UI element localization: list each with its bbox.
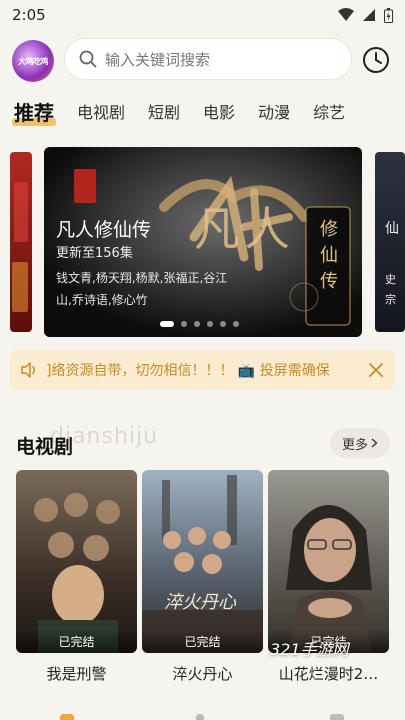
status-time: 2:05 [12, 6, 46, 24]
tab-movie[interactable]: 电影 [203, 99, 235, 123]
carousel-dot[interactable] [194, 321, 200, 327]
poster-title: 凡人 [194, 202, 294, 256]
tab-variety[interactable]: 综艺 [313, 99, 345, 123]
home-tab-icon[interactable] [60, 714, 74, 720]
drama-poster[interactable]: 已完结 [16, 470, 137, 653]
tab-short-drama[interactable]: 短剧 [148, 99, 180, 123]
drama-title[interactable]: 山花烂漫时2… [268, 663, 389, 684]
carousel-dot[interactable] [160, 321, 174, 327]
close-icon [369, 363, 383, 377]
app-logo[interactable]: 大鸡吃鸡 [12, 40, 54, 82]
signal-icon [363, 9, 375, 21]
banner-update: 更新至156集 [56, 246, 133, 261]
carousel-dot[interactable] [220, 321, 226, 327]
section-title: 电视剧 [16, 436, 74, 458]
banner-next-slide[interactable]: 仙 史宗 [375, 152, 405, 332]
logo-text: 大鸡吃鸡 [18, 56, 49, 66]
banner-cast: 钱文青,杨天翔,杨默,张福正,谷江山,乔诗语,修心竹 [56, 271, 228, 307]
search-icon [79, 50, 97, 68]
bottom-nav [0, 712, 405, 720]
tab-recommend[interactable]: 推荐 [12, 97, 56, 126]
drama-title[interactable]: 我是刑警 [16, 663, 137, 684]
speaker-icon [21, 362, 35, 378]
history-button[interactable] [360, 44, 392, 76]
wifi-icon [338, 8, 354, 21]
carousel-dot[interactable] [207, 321, 213, 327]
banner-prev-slide[interactable] [10, 152, 32, 332]
notice-close-button[interactable] [367, 361, 385, 379]
nav-tab-icon[interactable] [330, 714, 344, 720]
drama-card[interactable]: 淬火丹心 已完结 淬火丹心 [142, 470, 263, 684]
search-placeholder: 输入关键词搜索 [105, 50, 211, 69]
clock-icon [363, 47, 389, 73]
poster-art [286, 505, 372, 653]
nav-tab-icon[interactable] [196, 714, 204, 720]
more-label: 更多 [341, 437, 368, 453]
carousel-dot[interactable] [233, 321, 239, 327]
tab-anime[interactable]: 动漫 [258, 99, 290, 123]
next-slide-sub: 史宗 [385, 273, 396, 306]
more-button[interactable]: 更多 [330, 428, 390, 458]
drama-poster[interactable]: 已完结 [268, 470, 389, 653]
top-bar: 大鸡吃鸡 输入关键词搜索 [0, 38, 405, 82]
drama-card[interactable]: 已完结 我是刑警 [16, 470, 137, 684]
category-tabs: 推荐 电视剧 短剧 电影 动漫 综艺 [0, 94, 405, 128]
battery-icon [384, 7, 393, 23]
carousel-indicator [160, 321, 239, 327]
banner-slide[interactable]: 凡人 修仙传 凡人修仙传 更新至156集 钱文青,杨天翔,杨默,张福正,谷江山,… [44, 147, 362, 337]
banner-title: 凡人修仙传 [56, 219, 152, 241]
poster-subtitle: 修仙传 [320, 219, 338, 292]
status-icons [338, 7, 393, 23]
watermark: 321手游网 [270, 640, 349, 659]
drama-poster[interactable]: 淬火丹心 已完结 [142, 470, 263, 653]
chevron-right-icon [371, 438, 378, 448]
poster-art [34, 493, 120, 653]
status-badge: 已完结 [142, 629, 263, 653]
carousel-dot[interactable] [181, 321, 187, 327]
poster-art [142, 475, 263, 653]
drama-title[interactable]: 淬火丹心 [142, 663, 263, 684]
search-input[interactable]: 输入关键词搜索 [64, 38, 352, 80]
tab-tv-series[interactable]: 电视剧 [77, 99, 125, 123]
status-bar: 2:05 [0, 0, 405, 30]
status-badge: 已完结 [16, 629, 137, 653]
next-slide-title: 仙 [385, 221, 399, 237]
poster-overlay-title: 淬火丹心 [164, 592, 236, 613]
notice-bar: ]络资源自带，切勿相信！！！ 📺 投屏需确保 [10, 350, 395, 390]
notice-text: ]络资源自带，切勿相信！！！ 📺 投屏需确保 [46, 363, 330, 379]
